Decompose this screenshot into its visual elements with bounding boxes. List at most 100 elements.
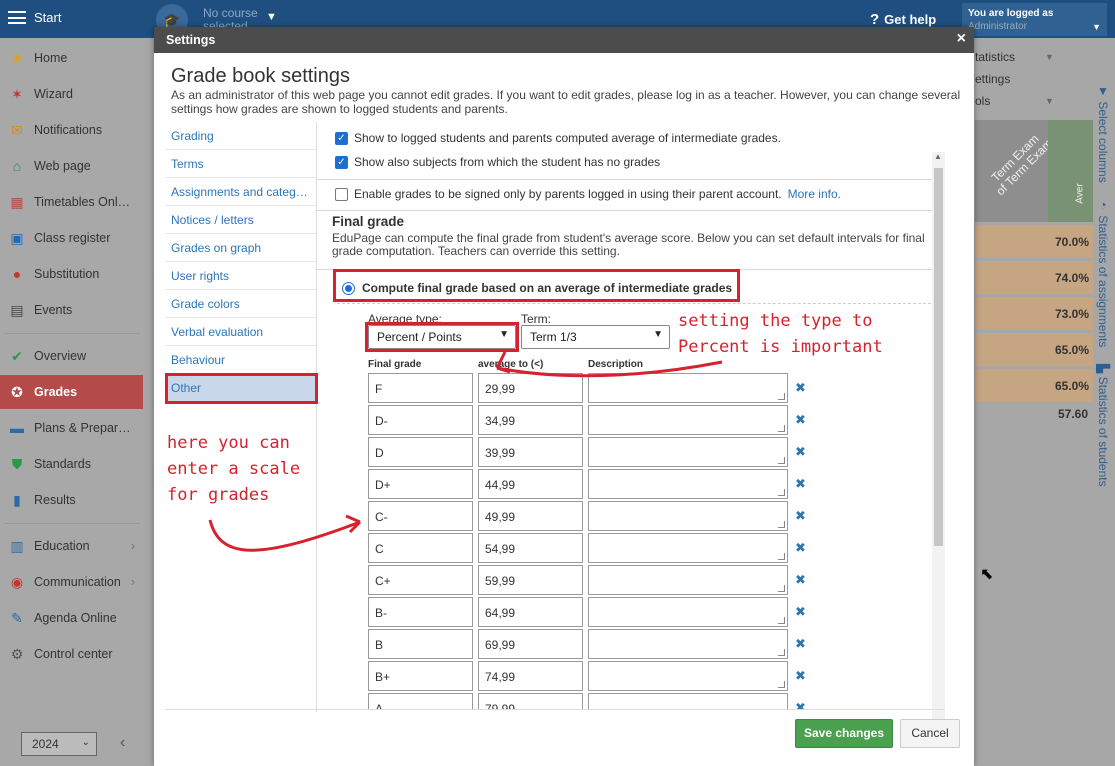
star-icon: ★ <box>10 49 24 66</box>
tab-verbal-evaluation[interactable]: Verbal evaluation <box>165 318 317 346</box>
description-field[interactable] <box>588 437 788 467</box>
final-grade-field[interactable]: C <box>368 533 473 563</box>
checkbox-show-no-grades[interactable]: ✓ Show also subjects from which the stude… <box>335 155 660 169</box>
tab-notices[interactable]: Notices / letters <box>165 206 317 234</box>
sidebar-item-agenda[interactable]: ✎ Agenda Online <box>0 601 143 635</box>
delete-row-icon[interactable]: ✖ <box>795 508 806 524</box>
description-field[interactable] <box>588 533 788 563</box>
tab-grades-on-graph[interactable]: Grades on graph <box>165 234 317 262</box>
description-field[interactable] <box>588 373 788 403</box>
description-field[interactable] <box>588 693 788 710</box>
get-help-button[interactable]: ? Get help <box>870 11 936 28</box>
delete-row-icon[interactable]: ✖ <box>795 476 806 492</box>
chevron-down-icon[interactable]: ▼ <box>266 11 277 23</box>
final-grade-field[interactable]: D+ <box>368 469 473 499</box>
average-to-field[interactable]: 64,99 <box>478 597 583 627</box>
final-grade-field[interactable]: F <box>368 373 473 403</box>
tab-user-rights[interactable]: User rights <box>165 262 317 290</box>
description-field[interactable] <box>588 629 788 659</box>
sidebar-item-home[interactable]: ★ Home <box>0 41 143 75</box>
tab-grade-colors[interactable]: Grade colors <box>165 290 317 318</box>
delete-row-icon[interactable]: ✖ <box>795 668 806 684</box>
divider <box>317 210 942 211</box>
tab-behaviour[interactable]: Behaviour <box>165 346 317 374</box>
delete-row-icon[interactable]: ✖ <box>795 636 806 652</box>
tab-grading[interactable]: Grading <box>165 122 317 150</box>
bg-menu-item[interactable]: tatistics <box>975 50 1015 64</box>
average-to-field[interactable]: 74,99 <box>478 661 583 691</box>
final-grade-field[interactable]: D- <box>368 405 473 435</box>
description-field[interactable] <box>588 469 788 499</box>
final-grade-field[interactable]: C+ <box>368 565 473 595</box>
final-grade-field[interactable]: A- <box>368 693 473 710</box>
description-field[interactable] <box>588 565 788 595</box>
description-field[interactable] <box>588 661 788 691</box>
delete-row-icon[interactable]: ✖ <box>795 540 806 556</box>
final-grade-field[interactable]: D <box>368 437 473 467</box>
final-grade-desc: EduPage can compute the final grade from… <box>332 231 925 258</box>
average-to-field[interactable]: 29,99 <box>478 373 583 403</box>
final-grade-field[interactable]: C- <box>368 501 473 531</box>
sidebar-item-substitution[interactable]: ● Substitution <box>0 257 143 291</box>
final-grade-field[interactable]: B <box>368 629 473 659</box>
sidebar-item-events[interactable]: ▤ Events <box>0 293 143 327</box>
delete-row-icon[interactable]: ✖ <box>795 380 806 396</box>
sidebar-item-standards[interactable]: ⛊ Standards <box>0 447 143 481</box>
delete-row-icon[interactable]: ✖ <box>795 444 806 460</box>
tab-statistics-students[interactable]: ▙ Statistics of students <box>1096 364 1110 487</box>
more-info-link[interactable]: More info. <box>788 187 841 201</box>
tab-select-columns[interactable]: ▼ Select columns <box>1096 84 1110 183</box>
average-to-field[interactable]: 34,99 <box>478 405 583 435</box>
description-field[interactable] <box>588 405 788 435</box>
average-to-field[interactable]: 44,99 <box>478 469 583 499</box>
checkbox[interactable] <box>335 187 348 201</box>
description-field[interactable] <box>588 501 788 531</box>
tab-terms[interactable]: Terms <box>165 150 317 178</box>
collapse-sidebar-icon[interactable]: ‹ <box>120 734 125 752</box>
sidebar-item-wizard[interactable]: ✶ Wizard <box>0 77 143 111</box>
sidebar-item-web-page[interactable]: ⌂ Web page <box>0 149 143 183</box>
close-icon[interactable]: × <box>957 30 966 48</box>
cancel-button[interactable]: Cancel <box>900 719 960 748</box>
highlight-other-tab <box>165 373 318 404</box>
average-to-field[interactable]: 49,99 <box>478 501 583 531</box>
term-select[interactable]: Term 1/3 ▼ <box>521 325 670 349</box>
checkbox-parent-sign[interactable]: Enable grades to be signed only by paren… <box>335 187 841 201</box>
average-to-field[interactable]: 39,99 <box>478 437 583 467</box>
sidebar-item-class-register[interactable]: ▣ Class register <box>0 221 143 255</box>
year-select[interactable]: 2024 ⌄ <box>21 732 97 756</box>
checkbox-show-average[interactable]: ✓ Show to logged students and parents com… <box>335 131 781 145</box>
delete-row-icon[interactable]: ✖ <box>795 412 806 428</box>
sidebar-item-communication[interactable]: ◉ Communication › <box>0 565 143 599</box>
sidebar-item-control-center[interactable]: ⚙ Control center <box>0 637 143 671</box>
sidebar-item-results[interactable]: ▮ Results <box>0 483 143 517</box>
checkbox[interactable]: ✓ <box>335 155 348 169</box>
bg-menu-item[interactable]: ettings <box>975 72 1010 86</box>
average-to-field[interactable]: 69,99 <box>478 629 583 659</box>
sidebar-item-education[interactable]: ▥ Education › <box>0 529 143 563</box>
delete-row-icon[interactable]: ✖ <box>795 604 806 620</box>
final-grade-field[interactable]: B+ <box>368 661 473 691</box>
sidebar-item-timetables[interactable]: ▦ Timetables Onl… <box>0 185 143 219</box>
final-grade-field[interactable]: B- <box>368 597 473 627</box>
sidebar-item-notifications[interactable]: ✉ Notifications <box>0 113 143 147</box>
save-changes-button[interactable]: Save changes <box>795 719 893 748</box>
scrollbar[interactable]: ▲▼ <box>932 152 945 734</box>
scroll-up-icon[interactable]: ▲ <box>934 152 942 161</box>
user-menu[interactable]: You are logged as Administrator ▼ <box>962 3 1107 36</box>
tab-statistics-assignments[interactable]: ◔ Statistics of assignments <box>1096 198 1110 347</box>
checkbox[interactable]: ✓ <box>335 131 348 145</box>
average-to-field[interactable]: 59,99 <box>478 565 583 595</box>
average-to-field[interactable]: 54,99 <box>478 533 583 563</box>
average-to-field[interactable]: 79,99 <box>478 693 583 710</box>
bg-row <box>975 333 1050 366</box>
delete-row-icon[interactable]: ✖ <box>795 572 806 588</box>
tab-assignments[interactable]: Assignments and categ… <box>165 178 317 206</box>
description-field[interactable] <box>588 597 788 627</box>
bg-menu-item[interactable]: ols <box>975 94 990 108</box>
sidebar-item-plans[interactable]: ▬ Plans & Prepar… <box>0 411 143 445</box>
sidebar-item-overview[interactable]: ✔ Overview <box>0 339 143 373</box>
start-menu-button[interactable]: Start <box>8 10 61 25</box>
scroll-thumb[interactable] <box>934 168 943 546</box>
sidebar-item-grades[interactable]: ✪ Grades <box>0 375 143 409</box>
